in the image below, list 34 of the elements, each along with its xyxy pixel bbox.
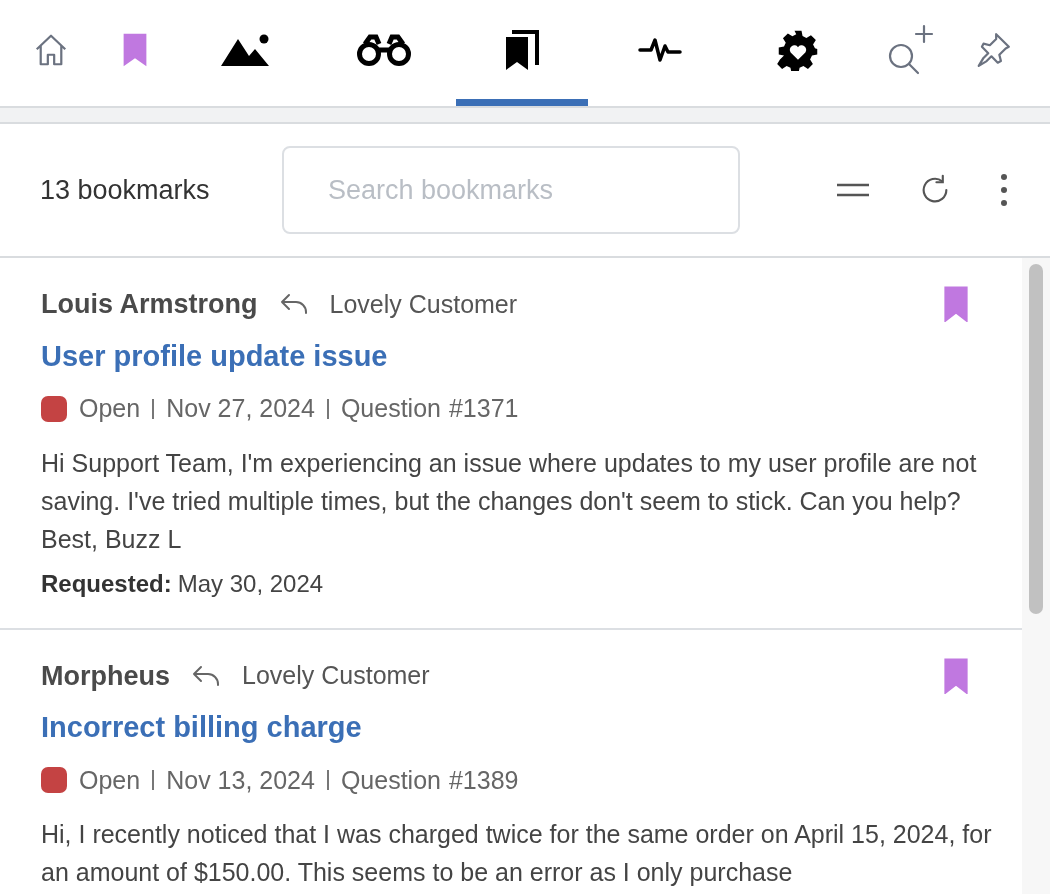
bookmark-icon[interactable] <box>944 286 968 323</box>
requested-label: Requested: <box>41 568 172 599</box>
ticket-type: Question <box>340 393 441 424</box>
ticket-title-link[interactable]: User profile update issue <box>41 334 388 378</box>
ticket-date: Nov 13, 2024 <box>166 764 315 796</box>
ticket-date: Nov 27, 2024 <box>166 393 315 424</box>
author-name: Louis Armstrong <box>41 288 258 321</box>
ticket-number: #1371 <box>448 393 519 424</box>
ticket-title-link[interactable]: Incorrect billing charge <box>41 706 362 750</box>
more-icon <box>1000 173 1008 207</box>
reply-icon <box>192 664 220 687</box>
search-field[interactable]: Search bookmarks <box>282 146 740 234</box>
menu-icon <box>836 182 870 198</box>
bookmarks-icon <box>504 28 540 71</box>
status-label: Open <box>79 393 141 424</box>
bookmark-icon[interactable] <box>944 657 968 694</box>
customer-role: Lovely Customer <box>242 660 430 691</box>
reply-icon <box>279 293 308 316</box>
mountain-icon <box>221 32 271 67</box>
ticket-type: Question <box>340 764 441 796</box>
more-button[interactable] <box>998 171 1010 209</box>
bookmark-icon <box>122 31 148 68</box>
author-name: Morpheus <box>41 659 170 693</box>
ticket-message: Hi Support Team, I'm experiencing an issue where updates to my user profile are not saving. I've tried multiple times, but the changes don't seem to stick. Can you help? Best, Buzz L <box>41 447 978 555</box>
ticket-number: #1389 <box>448 764 519 796</box>
scrollbar[interactable] <box>1022 258 1050 894</box>
scrollbar-thumb[interactable] <box>1029 264 1043 614</box>
binoculars-icon <box>356 32 412 67</box>
customer-role: Lovely Customer <box>329 288 518 320</box>
gear-heart-icon <box>777 28 819 71</box>
status-label: Open <box>79 764 141 796</box>
requested-date: May 30, 2024 <box>177 568 324 599</box>
bookmark-count: 13 bookmarks <box>40 173 211 207</box>
ticket-message: Hi, I recently noticed that I was charged twice for the same order on April 15, 2024, for an amount of $150.00. This seems to be an error as I only purchase <box>41 819 993 888</box>
